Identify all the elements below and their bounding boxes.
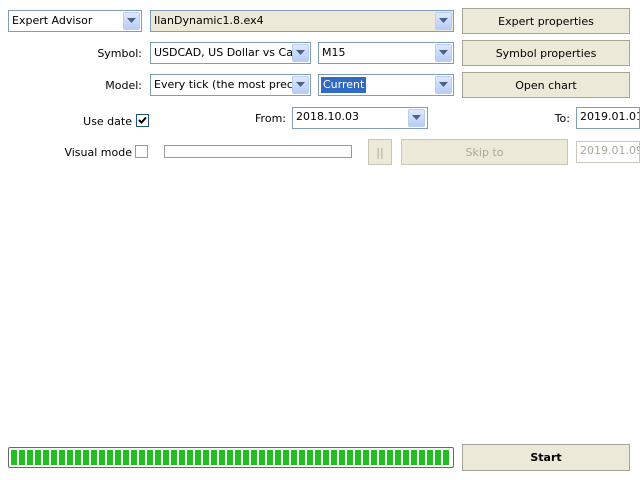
- period-dropdown-arrow-icon[interactable]: [435, 44, 452, 62]
- ea-type-dropdown-arrow-icon[interactable]: [123, 12, 140, 30]
- model-value: Every tick (the most precise method base…: [154, 78, 292, 91]
- test-progress-fill: [11, 450, 451, 465]
- spread-value: Current: [321, 77, 367, 93]
- to-date-field[interactable]: 2019.01.01: [576, 107, 640, 129]
- symbol-select[interactable]: USDCAD, US Dollar vs Canadian Dollar: [150, 42, 311, 64]
- from-label: From:: [255, 112, 286, 125]
- spread-select[interactable]: Current: [318, 74, 454, 96]
- skip-to-button[interactable]: Skip to: [401, 139, 568, 165]
- use-date-label: Use date: [83, 115, 132, 128]
- spread-dropdown-arrow-icon[interactable]: [435, 76, 452, 94]
- to-date-value: 2019.01.01: [580, 110, 640, 123]
- checkmark-icon: [138, 116, 147, 124]
- open-chart-button[interactable]: Open chart: [462, 72, 630, 98]
- symbol-value: USDCAD, US Dollar vs Canadian Dollar: [154, 46, 292, 59]
- from-date-dropdown-arrow-icon[interactable]: [408, 109, 425, 127]
- ea-file-select[interactable]: IlanDynamic1.8.ex4: [150, 10, 454, 32]
- pause-button[interactable]: ||: [368, 139, 392, 165]
- model-select[interactable]: Every tick (the most precise method base…: [150, 74, 311, 96]
- skip-to-date-field[interactable]: 2019.01.09: [576, 141, 640, 163]
- start-button[interactable]: Start: [462, 444, 630, 471]
- expert-properties-button[interactable]: Expert properties: [462, 8, 630, 34]
- symbol-label: Symbol:: [97, 47, 142, 60]
- period-value: M15: [322, 46, 346, 59]
- use-date-checkbox[interactable]: [136, 114, 149, 127]
- skip-to-date-value: 2019.01.09: [580, 144, 640, 157]
- visual-speed-bar[interactable]: [164, 145, 352, 158]
- symbol-properties-button[interactable]: Symbol properties: [462, 40, 630, 66]
- visual-mode-label: Visual mode: [64, 146, 132, 159]
- test-progress-bar: [8, 447, 454, 468]
- period-select[interactable]: M15: [318, 42, 454, 64]
- model-label: Model:: [105, 79, 142, 92]
- ea-file-dropdown-arrow-icon[interactable]: [435, 12, 452, 30]
- from-date-field[interactable]: 2018.10.03: [292, 107, 428, 129]
- model-dropdown-arrow-icon[interactable]: [292, 76, 309, 94]
- ea-file-value: IlanDynamic1.8.ex4: [154, 14, 264, 27]
- to-label: To:: [554, 112, 570, 125]
- symbol-dropdown-arrow-icon[interactable]: [292, 44, 309, 62]
- ea-type-select[interactable]: Expert Advisor: [8, 10, 142, 32]
- visual-mode-checkbox[interactable]: [135, 145, 148, 158]
- from-date-value: 2018.10.03: [296, 110, 359, 123]
- ea-type-value: Expert Advisor: [12, 14, 93, 27]
